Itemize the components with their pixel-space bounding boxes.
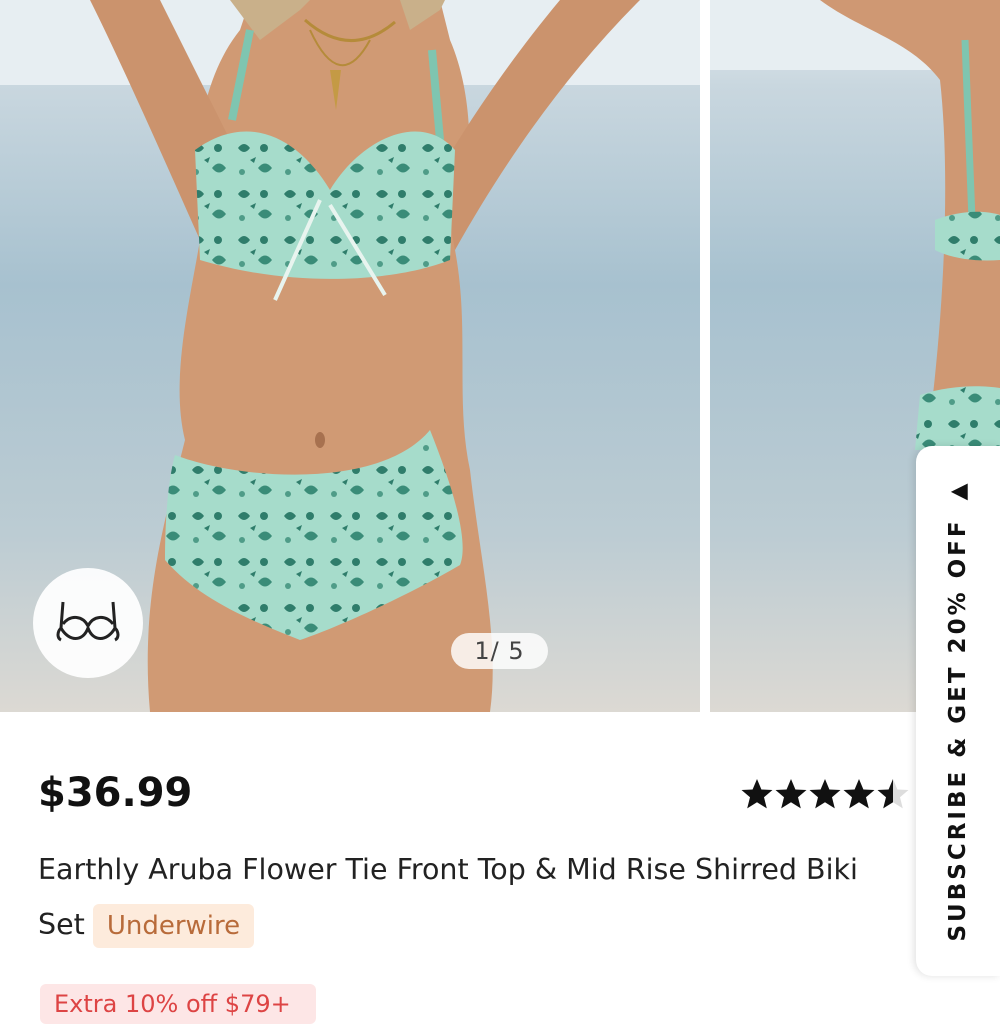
product-title-line-1: Earthly Aruba Flower Tie Front Top & Mid…	[38, 853, 858, 886]
image-counter: 1/ 5	[451, 633, 548, 669]
underwire-bra-icon	[56, 601, 120, 642]
product-price: $36.99	[38, 770, 193, 816]
subscribe-tab-content: SUBSCRIBE & GET 20% OFF ▲	[945, 480, 971, 941]
star-rating-icon	[741, 778, 909, 808]
product-photo-1[interactable]: 1/ 5	[0, 0, 700, 712]
product-title-line-2: Set Underwire	[38, 897, 918, 952]
subscribe-label: SUBSCRIBE & GET 20% OFF	[945, 518, 971, 942]
product-image-gallery[interactable]: 1/ 5	[0, 0, 1000, 712]
product-title: Earthly Aruba Flower Tie Front Top & Mid…	[38, 842, 918, 952]
rating-stars[interactable]: (	[740, 776, 932, 811]
product-title-suffix: Set	[38, 908, 85, 941]
triangle-up-icon: ▲	[945, 480, 971, 501]
underwire-badge[interactable]	[33, 568, 143, 678]
subscribe-discount-tab[interactable]: SUBSCRIBE & GET 20% OFF ▲	[916, 446, 1000, 976]
underwire-tag: Underwire	[92, 904, 255, 948]
promo-banner[interactable]: Extra 10% off $79+	[40, 984, 316, 1024]
